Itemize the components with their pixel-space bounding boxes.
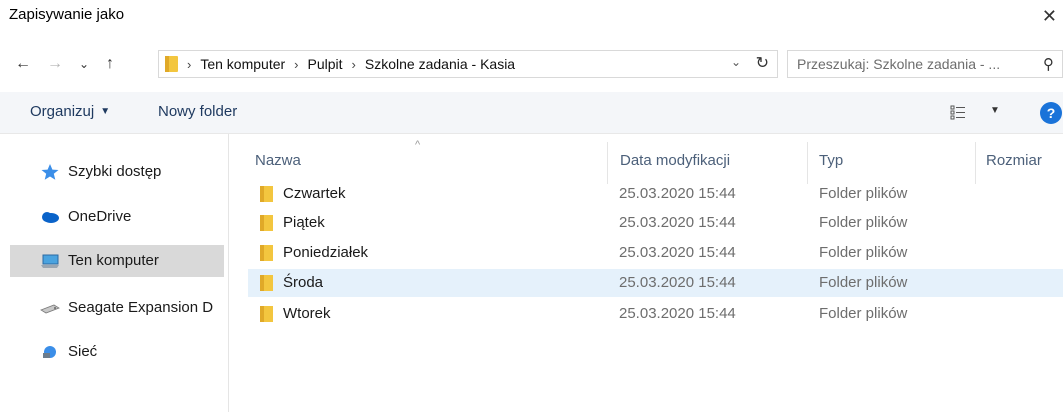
sidebar-item-network[interactable]: Sieć bbox=[10, 336, 224, 368]
column-divider[interactable] bbox=[807, 142, 808, 184]
breadcrumb-item[interactable]: Ten komputer bbox=[200, 56, 285, 72]
sidebar-item-onedrive[interactable]: OneDrive bbox=[10, 201, 224, 233]
file-date: 25.03.2020 15:44 bbox=[619, 274, 736, 291]
sort-ascending-icon: ^ bbox=[415, 139, 421, 151]
file-type: Folder plików bbox=[819, 214, 908, 231]
navigation-bar: ← → ⌄ ↑ › Ten komputer › Pulpit › Szkoln… bbox=[0, 48, 1063, 80]
navigation-pane: Szybki dostęp OneDrive Ten komputer Seag… bbox=[0, 134, 229, 412]
file-type: Folder plików bbox=[819, 305, 908, 322]
refresh-icon[interactable]: ↻ bbox=[756, 53, 769, 73]
file-row[interactable]: Środa 25.03.2020 15:44 Folder plików bbox=[248, 269, 1063, 297]
star-icon bbox=[41, 164, 59, 180]
view-options-icon[interactable] bbox=[950, 104, 966, 120]
breadcrumb-separator-icon[interactable]: › bbox=[294, 57, 298, 72]
file-date: 25.03.2020 15:44 bbox=[619, 185, 736, 202]
folder-icon bbox=[260, 275, 273, 291]
cloud-icon bbox=[42, 212, 59, 223]
recent-locations-button[interactable]: ⌄ bbox=[75, 54, 93, 74]
file-date: 25.03.2020 15:44 bbox=[619, 244, 736, 261]
sidebar-item-label: OneDrive bbox=[68, 208, 132, 225]
command-toolbar: Organizuj ▼ Nowy folder ▼ ? bbox=[0, 92, 1063, 134]
search-placeholder: Przeszukaj: Szkolne zadania - ... bbox=[797, 56, 1001, 72]
breadcrumb-item[interactable]: Pulpit bbox=[308, 56, 343, 72]
back-button[interactable]: ← bbox=[14, 54, 32, 74]
file-name: Czwartek bbox=[283, 185, 346, 202]
window-title: Zapisywanie jako bbox=[9, 6, 125, 23]
file-row[interactable]: Poniedziałek 25.03.2020 15:44 Folder pli… bbox=[248, 239, 1063, 267]
folder-icon bbox=[260, 306, 273, 322]
file-name: Wtorek bbox=[283, 305, 331, 322]
file-row[interactable]: Piątek 25.03.2020 15:44 Folder plików bbox=[248, 209, 1063, 237]
folder-icon bbox=[260, 186, 273, 202]
breadcrumb-separator-icon[interactable]: › bbox=[352, 57, 356, 72]
up-button[interactable]: ↑ bbox=[101, 54, 119, 74]
computer-icon bbox=[41, 254, 59, 268]
file-date: 25.03.2020 15:44 bbox=[619, 214, 736, 231]
sidebar-item-label: Ten komputer bbox=[68, 252, 159, 269]
sidebar-item-label: Sieć bbox=[68, 343, 98, 360]
column-header-date[interactable]: Data modyfikacji bbox=[620, 152, 730, 169]
address-bar[interactable]: › Ten komputer › Pulpit › Szkolne zadani… bbox=[158, 50, 778, 78]
sidebar-item-label: Seagate Expansion D bbox=[68, 299, 214, 316]
search-icon[interactable]: ⚲ bbox=[1043, 55, 1054, 73]
file-name: Środa bbox=[283, 274, 324, 291]
view-dropdown-icon[interactable]: ▼ bbox=[990, 105, 1000, 116]
file-name: Poniedziałek bbox=[283, 244, 369, 261]
column-header-size[interactable]: Rozmiar bbox=[986, 152, 1042, 169]
file-row[interactable]: Wtorek 25.03.2020 15:44 Folder plików bbox=[248, 300, 1063, 328]
title-bar: Zapisywanie jako ✕ bbox=[0, 0, 1063, 34]
sidebar-item-this-pc[interactable]: Ten komputer bbox=[10, 245, 224, 277]
file-row[interactable]: Czwartek 25.03.2020 15:44 Folder plików bbox=[248, 180, 1063, 208]
column-divider[interactable] bbox=[607, 142, 608, 184]
sidebar-item-seagate[interactable]: Seagate Expansion D bbox=[10, 292, 224, 324]
folder-icon bbox=[260, 245, 273, 261]
close-button[interactable]: ✕ bbox=[1035, 0, 1063, 34]
help-button[interactable]: ? bbox=[1040, 102, 1062, 124]
file-name: Piątek bbox=[283, 214, 325, 231]
sidebar-item-quick-access[interactable]: Szybki dostęp bbox=[10, 156, 224, 188]
network-icon bbox=[43, 346, 56, 358]
sidebar-item-label: Szybki dostęp bbox=[68, 163, 162, 180]
file-type: Folder plików bbox=[819, 185, 908, 202]
breadcrumb: › Ten komputer › Pulpit › Szkolne zadani… bbox=[165, 51, 515, 77]
column-divider[interactable] bbox=[975, 142, 976, 184]
file-date: 25.03.2020 15:44 bbox=[619, 305, 736, 322]
forward-button[interactable]: → bbox=[46, 54, 64, 74]
address-dropdown-icon[interactable]: ⌄ bbox=[731, 55, 741, 69]
file-list: ^ Nazwa Data modyfikacji Typ Rozmiar Czw… bbox=[229, 134, 1063, 412]
file-type: Folder plików bbox=[819, 244, 908, 261]
column-header-type[interactable]: Typ bbox=[819, 152, 843, 169]
drive-icon bbox=[40, 304, 60, 314]
new-folder-button[interactable]: Nowy folder bbox=[158, 103, 237, 120]
folder-icon bbox=[165, 56, 178, 72]
column-header-name[interactable]: Nazwa bbox=[255, 152, 301, 169]
folder-icon bbox=[260, 215, 273, 231]
search-input[interactable]: Przeszukaj: Szkolne zadania - ... ⚲ bbox=[787, 50, 1063, 78]
organize-button[interactable]: Organizuj ▼ bbox=[30, 103, 110, 120]
breadcrumb-separator-icon[interactable]: › bbox=[187, 57, 191, 72]
file-type: Folder plików bbox=[819, 274, 908, 291]
organize-label: Organizuj bbox=[30, 103, 95, 120]
breadcrumb-item[interactable]: Szkolne zadania - Kasia bbox=[365, 56, 515, 72]
chevron-down-icon: ▼ bbox=[100, 106, 111, 117]
